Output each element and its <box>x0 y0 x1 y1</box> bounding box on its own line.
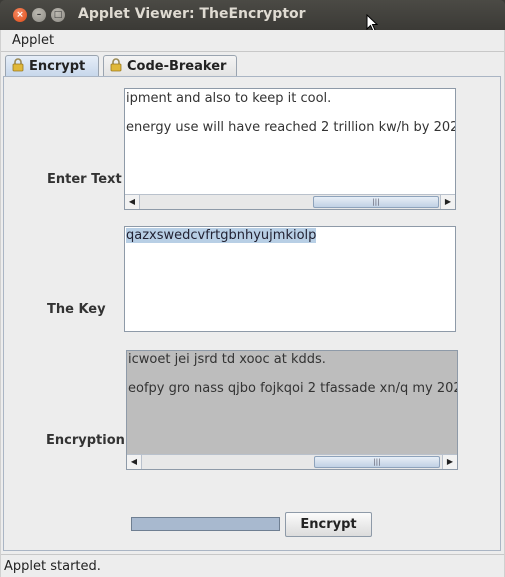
scroll-left-icon[interactable]: ◀ <box>127 455 142 469</box>
tab-encrypt[interactable]: Encrypt <box>5 55 99 77</box>
close-window-button[interactable]: × <box>13 8 27 22</box>
menu-bar: Applet <box>1 30 504 52</box>
scroll-thumb[interactable]: ||| <box>314 456 440 468</box>
encryption-output-area[interactable]: icwoet jei jsrd td xooc at kdds. eofpy g… <box>126 350 458 470</box>
window-titlebar[interactable]: × – □ Applet Viewer: TheEncryptor <box>0 0 505 32</box>
maximize-window-button[interactable]: □ <box>51 8 65 22</box>
key-value-line: qazxswedcvfrtgbnhyujmkiolp <box>126 228 317 243</box>
tab-encrypt-label: Encrypt <box>29 59 86 74</box>
progress-bar <box>131 517 280 531</box>
applet-window: Applet Encrypt Code-Breaker Enter Text i… <box>0 30 505 577</box>
tab-code-breaker[interactable]: Code-Breaker <box>103 55 237 77</box>
menu-applet[interactable]: Applet <box>12 33 54 48</box>
encrypt-button[interactable]: Encrypt <box>285 512 372 537</box>
scroll-right-icon[interactable]: ▶ <box>442 455 457 469</box>
status-text: Applet started. <box>4 559 101 574</box>
enter-text-area[interactable]: ipment and also to keep it cool. energy … <box>124 88 456 210</box>
scroll-thumb[interactable]: ||| <box>313 196 439 208</box>
scroll-right-icon[interactable]: ▶ <box>440 195 455 209</box>
window-title: Applet Viewer: TheEncryptor <box>78 6 306 22</box>
lock-icon <box>12 58 24 72</box>
key-text-area[interactable]: qazxswedcvfrtgbnhyujmkiolp <box>124 226 456 332</box>
enter-text-hscrollbar[interactable]: ◀ ||| ▶ <box>125 194 455 209</box>
enter-text-label: Enter Text <box>47 172 122 187</box>
encryption-line: eofpy gro nass qjbo fojkqoi 2 tfassade x… <box>128 381 458 396</box>
encryption-line: icwoet jei jsrd td xooc at kdds. <box>128 352 326 367</box>
encryption-hscrollbar[interactable]: ◀ ||| ▶ <box>127 454 457 469</box>
key-value: qazxswedcvfrtgbnhyujmkiolp <box>126 228 317 243</box>
enter-text-line: energy use will have reached 2 trillion … <box>126 120 456 135</box>
status-bar: Applet started. <box>1 554 504 577</box>
enter-text-line: ipment and also to keep it cool. <box>126 91 332 106</box>
minimize-window-button[interactable]: – <box>32 8 46 22</box>
tab-code-breaker-label: Code-Breaker <box>127 59 227 74</box>
encryption-label: Encryption <box>46 433 125 448</box>
lock-icon <box>110 58 122 72</box>
key-label: The Key <box>47 302 106 317</box>
scroll-left-icon[interactable]: ◀ <box>125 195 140 209</box>
encrypt-panel: Enter Text ipment and also to keep it co… <box>3 76 501 551</box>
